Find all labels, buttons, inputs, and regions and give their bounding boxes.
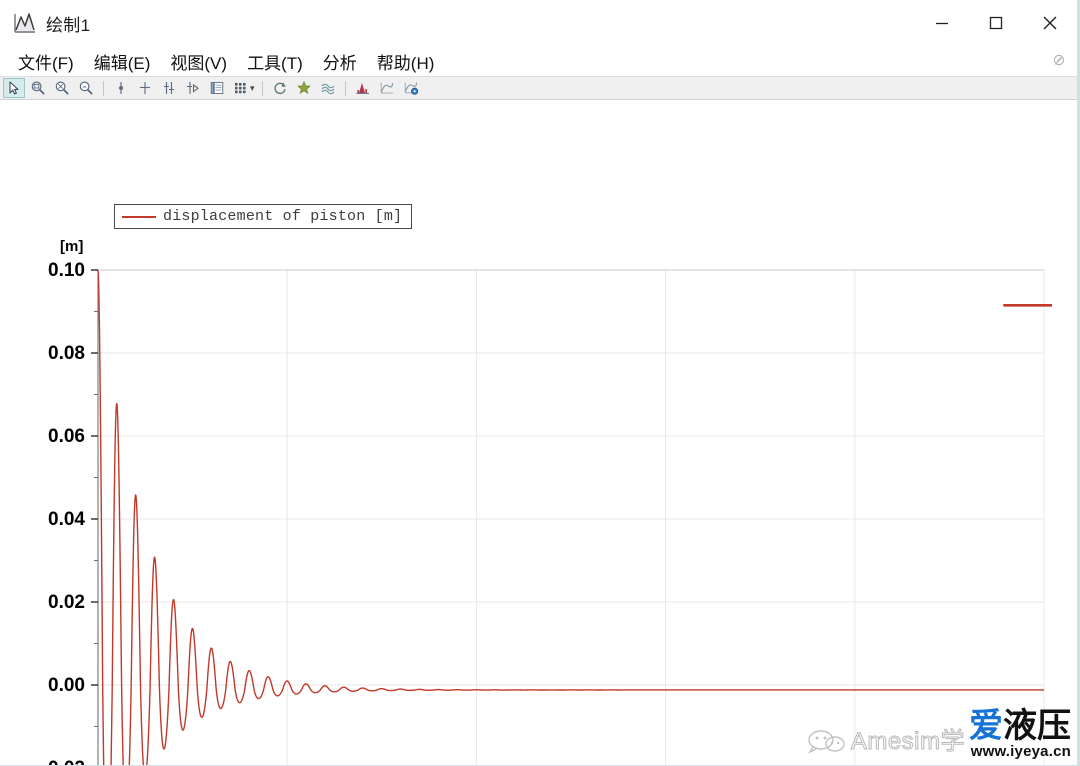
chevron-down-icon[interactable]: ▾ — [250, 83, 255, 94]
y-tick-label: -0.02 — [42, 758, 85, 765]
menu-help[interactable]: 帮助(H) — [367, 47, 445, 76]
refresh-icon — [273, 82, 286, 95]
watermark-brand-black: 液压 — [1003, 707, 1071, 745]
menu-help-label: 帮助(H) — [376, 53, 435, 73]
crosshair-cursor-button[interactable] — [134, 78, 156, 98]
curve-edit-icon — [380, 82, 393, 94]
dual-cursor-button[interactable] — [158, 78, 180, 98]
watermark-group: Amesim学 爱 液压 www.iyeya.cn — [806, 709, 1071, 759]
watermark-url: www.iyeya.cn — [970, 743, 1071, 760]
curve-settings-icon — [404, 82, 418, 95]
y-tick-label: 0.06 — [48, 426, 85, 447]
minimize-icon — [936, 22, 948, 25]
wechat-logo-icon — [807, 730, 845, 754]
vertical-cursor-button[interactable] — [110, 78, 132, 98]
toolbar-separator-1 — [103, 80, 104, 96]
legend-color-swatch — [122, 215, 156, 218]
histogram-button[interactable] — [352, 78, 374, 98]
y-axis-unit-label: [m] — [60, 238, 84, 255]
histogram-icon — [356, 83, 369, 94]
zoom-area-icon — [31, 81, 45, 95]
menu-view-label: 视图(V) — [170, 53, 228, 73]
y-tick-label: 0.10 — [48, 260, 85, 281]
menu-analysis[interactable]: 分析 — [313, 47, 367, 76]
zoom-area-button[interactable] — [27, 78, 49, 98]
close-button[interactable] — [1023, 0, 1077, 46]
pin-icon[interactable] — [1051, 53, 1067, 69]
curve-settings-button[interactable] — [400, 78, 422, 98]
maximize-button[interactable] — [969, 0, 1023, 46]
title-bar: 绘制1 — [0, 0, 1077, 46]
menu-edit[interactable]: 编辑(E) — [84, 47, 161, 76]
curve-edit-button[interactable] — [376, 78, 398, 98]
plot-canvas[interactable]: -0.020.000.020.040.060.080.100246810 [m]… — [0, 100, 1077, 765]
watermark-amesim-text: Amesim学 — [850, 728, 965, 755]
menu-file-label: 文件(F) — [18, 53, 74, 73]
y-tick-label: 0.08 — [48, 343, 85, 364]
watermark-brand-blue: 爱 — [969, 707, 1003, 745]
select-arrow-icon — [9, 81, 19, 95]
curves-icon — [321, 83, 334, 95]
star-marker-button[interactable] — [293, 78, 315, 98]
menu-analysis-label: 分析 — [322, 53, 357, 73]
toolbar: ▾ — [0, 76, 1077, 100]
plot-window: 绘制1 文件(F) 编辑(E) 视图(V) 工具(T) 分析 帮助(H) ▾ 0… — [0, 0, 1080, 766]
menu-edit-label: 编辑(E) — [93, 53, 151, 73]
dual-cursor-icon — [164, 82, 174, 94]
cursor-play-button[interactable] — [182, 78, 204, 98]
maximize-icon — [989, 16, 1003, 30]
menu-tools[interactable]: 工具(T) — [237, 47, 313, 76]
legend-label: displacement of piston [m] — [163, 208, 403, 225]
refresh-button[interactable] — [269, 78, 291, 98]
close-icon — [1043, 16, 1057, 30]
plot-chart-icon — [14, 13, 35, 33]
watermark-amesim: Amesim学 — [806, 729, 965, 755]
curves-button[interactable] — [317, 78, 339, 98]
minimize-button[interactable] — [915, 0, 969, 46]
data-table-icon — [210, 82, 224, 94]
window-controls — [915, 0, 1077, 46]
toolbar-separator-3 — [344, 80, 346, 96]
data-series-displacement-of-piston — [98, 270, 1044, 765]
watermark-iyeya: 爱 液压 www.iyeya.cn — [969, 709, 1071, 759]
menu-bar: 文件(F) 编辑(E) 视图(V) 工具(T) 分析 帮助(H) — [0, 46, 1077, 76]
data-table-button[interactable] — [206, 78, 228, 98]
menu-view[interactable]: 视图(V) — [160, 47, 237, 76]
grid-layout-button[interactable] — [230, 78, 252, 98]
grid-layout-icon — [235, 83, 246, 94]
star-marker-icon — [296, 80, 311, 94]
legend[interactable]: displacement of piston [m] — [114, 204, 413, 229]
chart-svg: -0.020.000.020.040.060.080.100246810 — [42, 260, 1052, 765]
cursor-play-icon — [187, 82, 199, 94]
y-tick-label: 0.04 — [48, 509, 85, 530]
zoom-out-icon — [55, 81, 69, 95]
zoom-in-icon — [79, 81, 93, 95]
y-tick-label: 0.00 — [48, 675, 85, 696]
toolbar-separator-2 — [261, 80, 263, 96]
watermark-brand: 爱 液压 — [969, 709, 1071, 743]
zoom-in-button[interactable] — [75, 78, 97, 98]
menu-tools-label: 工具(T) — [247, 53, 303, 73]
window-title: 绘制1 — [46, 15, 91, 35]
menu-file[interactable]: 文件(F) — [8, 47, 84, 76]
crosshair-cursor-icon — [140, 82, 150, 94]
vertical-cursor-icon — [119, 82, 123, 94]
select-arrow-button[interactable] — [3, 78, 25, 98]
zoom-out-button[interactable] — [51, 78, 73, 98]
y-tick-label: 0.02 — [48, 592, 85, 613]
